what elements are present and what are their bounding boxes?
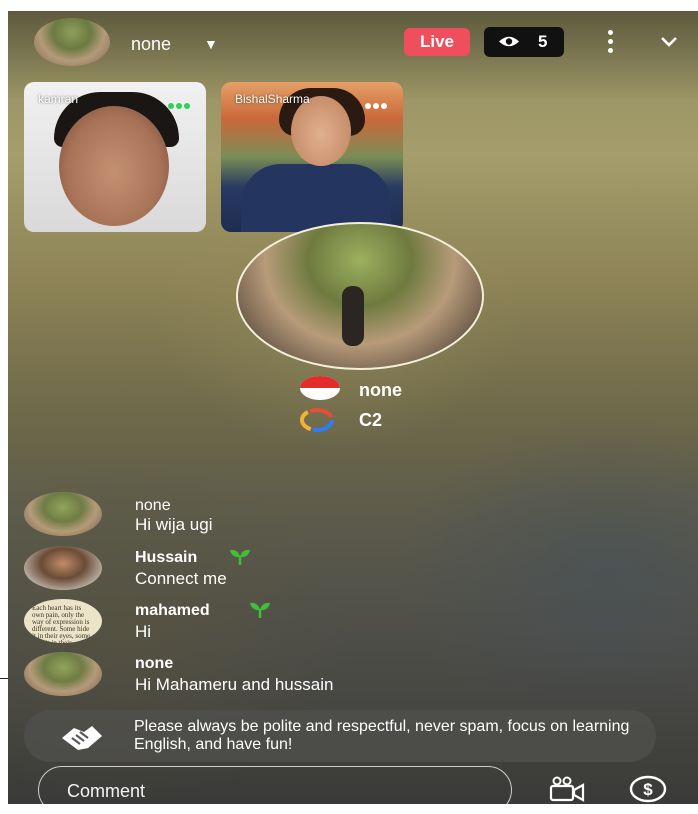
chat-username[interactable]: mahamed [135, 602, 210, 620]
chat-username[interactable]: none [135, 655, 173, 673]
chat-avatar[interactable] [24, 492, 102, 536]
dollar-coin-icon[interactable]: $ [628, 775, 668, 803]
chat-avatar[interactable] [24, 546, 102, 590]
chevron-down-icon[interactable] [660, 36, 678, 48]
online-dots-icon [363, 96, 389, 109]
host-name-header[interactable]: none [131, 34, 171, 55]
host-profile-ring[interactable] [236, 222, 484, 370]
host-level: C2 [359, 410, 383, 430]
online-dots-icon [166, 96, 192, 109]
chat-avatar[interactable]: Each heart has its own pain, only the wa… [24, 599, 102, 643]
loading-ring-icon [300, 408, 334, 432]
chat-username[interactable]: none [135, 497, 171, 515]
avatar-caption: Each heart has its own pain, only the wa… [32, 604, 91, 644]
guest-name: kamran [38, 92, 79, 106]
edge-line [0, 678, 8, 679]
chat-message: Hi wija ugi [135, 515, 213, 534]
chat-username[interactable]: Hussain [135, 549, 197, 567]
sprout-icon [250, 602, 270, 618]
guest-face [291, 96, 351, 166]
host-photo-figure [342, 286, 364, 346]
caret-down-icon[interactable]: ▼ [204, 36, 218, 52]
guest-name: BishalSharma [235, 92, 310, 106]
host-avatar[interactable] [34, 18, 110, 66]
guest-face [59, 106, 169, 226]
more-vertical-icon[interactable] [600, 30, 620, 56]
viewer-count-badge[interactable]: 5 [484, 27, 564, 57]
chat-avatar[interactable] [24, 652, 102, 696]
handshake-icon [62, 726, 102, 750]
comment-box[interactable] [38, 766, 512, 814]
rules-notice-text: Please always be polite and respectful, … [134, 718, 630, 753]
svg-text:$: $ [643, 780, 653, 799]
chat-message: Hi Mahameru and hussain [135, 675, 334, 694]
sprout-icon [230, 549, 250, 565]
host-name: none [359, 380, 402, 400]
live-badge: Live [404, 28, 470, 56]
eye-icon [499, 36, 519, 47]
viewer-count: 5 [538, 32, 548, 51]
rules-notice: Please always be polite and respectful, … [24, 710, 656, 762]
guest-video-tile-1[interactable]: kamran [24, 82, 206, 232]
chat-message: Hi [135, 622, 152, 641]
comment-input[interactable] [65, 777, 489, 805]
guest-video-tile-2[interactable]: BishalSharma [221, 82, 403, 232]
left-edge-artifact [0, 670, 8, 750]
indonesia-flag-icon [300, 376, 340, 400]
video-camera-icon[interactable] [548, 776, 586, 802]
chat-message: Connect me [135, 569, 227, 588]
